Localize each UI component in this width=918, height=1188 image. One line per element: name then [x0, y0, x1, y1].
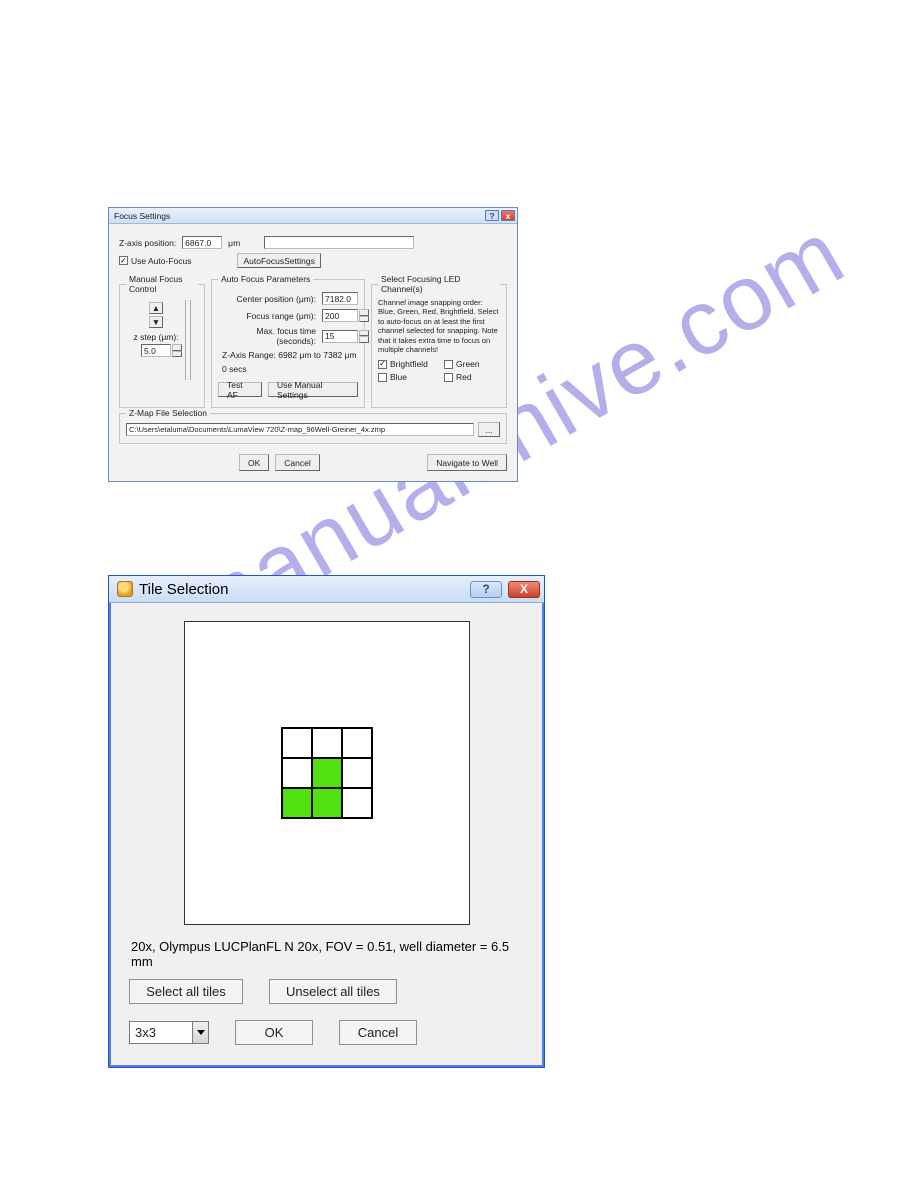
manual-focus-control-group: Manual Focus Control ▲ ▼ z step (μm): 5.… [119, 274, 205, 408]
zmap-legend: Z-Map File Selection [126, 408, 210, 418]
tile-cell[interactable] [281, 757, 313, 789]
checkbox-icon [444, 373, 453, 382]
focus-slider[interactable] [185, 300, 191, 380]
tile-cell[interactable] [341, 727, 373, 759]
focus-secs-text: 0 secs [222, 364, 358, 374]
navigate-to-well-button[interactable]: Navigate to Well [427, 454, 507, 471]
z-axis-input[interactable]: 6867.0 [182, 236, 222, 249]
test-af-button[interactable]: Test AF [218, 382, 262, 397]
focus-up-button[interactable]: ▲ [149, 302, 163, 314]
focus-settings-window: Focus Settings ? x Z-axis position: 6867… [108, 207, 518, 482]
z-step-input[interactable]: 5.0 [141, 344, 171, 357]
center-position-label: Center position (μm): [218, 294, 316, 304]
blue-checkbox[interactable]: Blue [378, 372, 434, 382]
tile-grid [282, 728, 372, 818]
use-af-label: Use Auto-Focus [131, 256, 191, 266]
close-icon[interactable]: x [501, 210, 515, 221]
use-manual-settings-button[interactable]: Use Manual Settings [268, 382, 358, 397]
led-help-text: Channel image snapping order: Blue, Gree… [378, 298, 500, 354]
led-legend: Select Focusing LED Channel(s) [378, 274, 500, 294]
cancel-button[interactable]: Cancel [275, 454, 319, 471]
z-axis-label: Z-axis position: [119, 238, 176, 248]
select-all-tiles-button[interactable]: Select all tiles [129, 979, 243, 1004]
max-focus-time-input[interactable]: 15 [322, 330, 358, 343]
max-focus-time-label: Max. focus time (seconds): [218, 326, 316, 346]
cancel-button[interactable]: Cancel [339, 1020, 417, 1045]
tile-selection-window: Tile Selection ? X 20x, Olympus LUCPlanF… [108, 575, 545, 1068]
tile-cell[interactable] [311, 757, 343, 789]
grid-size-value: 3x3 [135, 1025, 156, 1040]
checkbox-icon [378, 373, 387, 382]
red-label: Red [456, 372, 472, 382]
checkbox-icon [444, 360, 453, 369]
close-icon[interactable]: X [508, 581, 540, 598]
mfc-legend: Manual Focus Control [126, 274, 198, 294]
titlebar[interactable]: Focus Settings ? x [109, 208, 517, 224]
focus-range-label: Focus range (μm): [218, 311, 316, 321]
window-title: Tile Selection [139, 581, 229, 598]
z-step-label: z step (μm): [133, 332, 178, 342]
checkbox-icon [378, 360, 387, 369]
tile-info-text: 20x, Olympus LUCPlanFL N 20x, FOV = 0.51… [131, 939, 524, 969]
focus-range-spinner[interactable] [359, 309, 369, 322]
z-axis-row: Z-axis position: 6867.0 μm [119, 236, 507, 249]
window-title: Focus Settings [114, 211, 170, 221]
autofocus-settings-button[interactable]: AutoFocusSettings [237, 253, 320, 268]
green-checkbox[interactable]: Green [444, 359, 500, 369]
tile-cell[interactable] [341, 757, 373, 789]
z-axis-range-text: Z-Axis Range: 6982 μm to 7382 μm [222, 350, 358, 360]
zmap-browse-button[interactable]: ... [478, 422, 500, 437]
brightfield-checkbox[interactable]: Brightfield [378, 359, 434, 369]
afp-legend: Auto Focus Parameters [218, 274, 313, 284]
center-position-input[interactable]: 7182.0 [322, 292, 358, 305]
z-map-file-group: Z-Map File Selection C:\Users\etaluma\Do… [119, 408, 507, 444]
use-autofocus-checkbox[interactable]: Use Auto-Focus [119, 256, 191, 266]
brightfield-label: Brightfield [390, 359, 428, 369]
z-step-spinner[interactable] [172, 344, 182, 357]
z-axis-readout [264, 236, 414, 249]
tile-cell[interactable] [311, 787, 343, 819]
red-checkbox[interactable]: Red [444, 372, 500, 382]
tile-cell[interactable] [311, 727, 343, 759]
ok-button[interactable]: OK [239, 454, 269, 471]
tile-cell[interactable] [281, 787, 313, 819]
use-af-row: Use Auto-Focus AutoFocusSettings [119, 253, 507, 268]
chevron-down-icon [192, 1022, 208, 1043]
checkbox-icon [119, 256, 128, 265]
app-icon [117, 581, 133, 597]
tile-cell[interactable] [341, 787, 373, 819]
titlebar[interactable]: Tile Selection ? X [109, 576, 544, 603]
focus-down-button[interactable]: ▼ [149, 316, 163, 328]
zmap-path-input[interactable]: C:\Users\etaluma\Documents\LumaView 720\… [126, 423, 474, 436]
green-label: Green [456, 359, 480, 369]
focus-range-input[interactable]: 200 [322, 309, 358, 322]
z-axis-unit: μm [228, 238, 240, 248]
auto-focus-parameters-group: Auto Focus Parameters Center position (μ… [211, 274, 365, 408]
blue-label: Blue [390, 372, 407, 382]
unselect-all-tiles-button[interactable]: Unselect all tiles [269, 979, 397, 1004]
help-icon[interactable]: ? [470, 581, 502, 598]
grid-size-combo[interactable]: 3x3 [129, 1021, 209, 1044]
tile-cell[interactable] [281, 727, 313, 759]
led-channel-group: Select Focusing LED Channel(s) Channel i… [371, 274, 507, 408]
ok-button[interactable]: OK [235, 1020, 313, 1045]
max-focus-time-spinner[interactable] [359, 330, 369, 343]
help-icon[interactable]: ? [485, 210, 499, 221]
tile-canvas [184, 621, 470, 925]
